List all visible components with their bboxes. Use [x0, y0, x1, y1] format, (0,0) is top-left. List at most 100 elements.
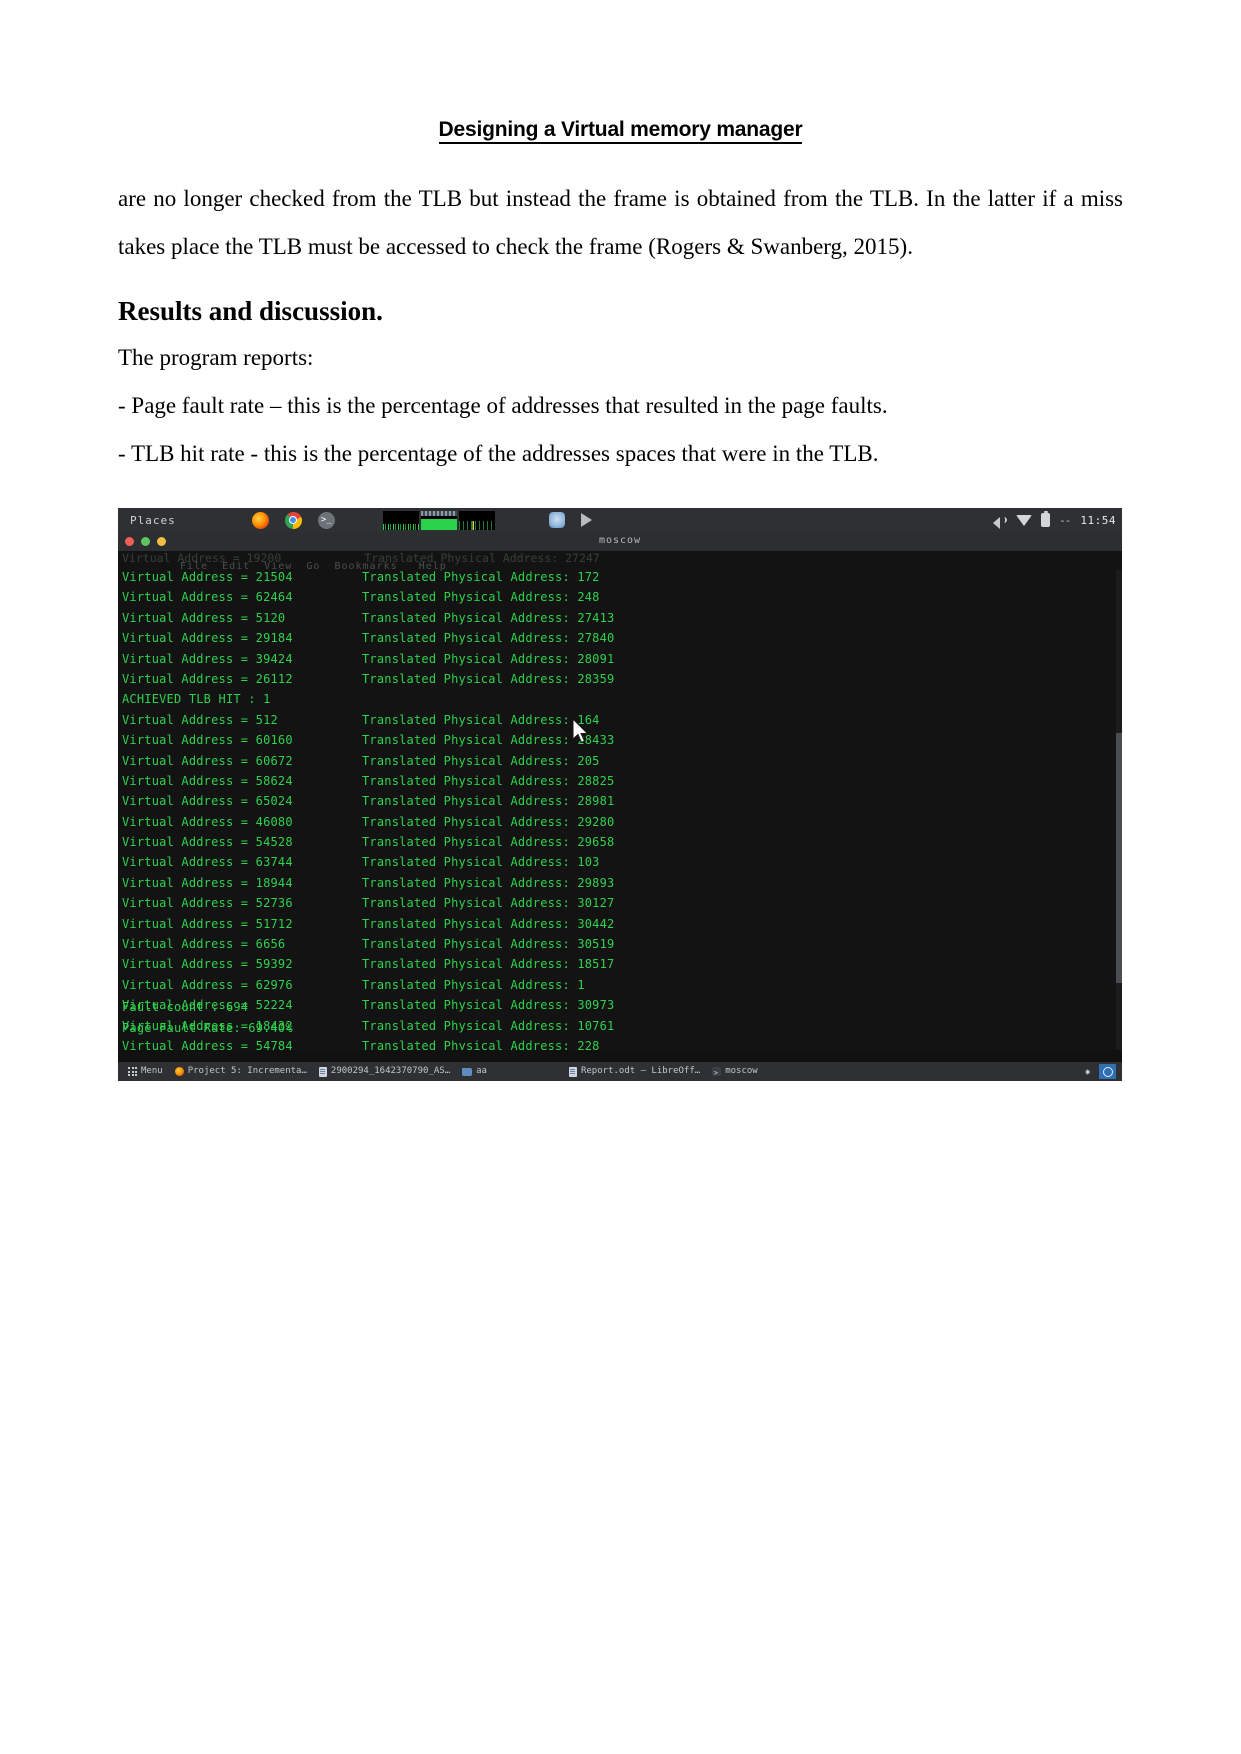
virtual-address-text: Virtual Address = 39424 — [122, 651, 293, 666]
virtual-address-text: Virtual Address = 46080 — [122, 814, 293, 829]
physical-address-text: Translated Physical Address: 27413 — [362, 610, 615, 625]
physical-address-text: Translated Physical Address: 1 — [362, 977, 585, 992]
volume-icon[interactable] — [993, 513, 1008, 529]
embedded-screenshot: Places >_ -- 11:54 moscow Virtual Addres… — [118, 508, 1122, 1081]
terminal-line-list: Virtual Address = 21504 Translated Physic… — [122, 567, 1114, 1050]
firefox-icon[interactable] — [251, 511, 269, 529]
terminal-translation-row: Virtual Address = 51712 Translated Physic… — [122, 914, 1114, 934]
virtual-address-text: Virtual Address = 21504 — [122, 570, 293, 584]
virtual-address-text: Virtual Address = 6656 — [122, 937, 286, 952]
taskbar-item-assignment-doc[interactable]: 2900294_1642370790_AS… — [313, 1064, 456, 1079]
panel-launchers: >_ — [251, 511, 335, 529]
terminal-translation-row: Virtual Address = 5120 Translated Physica… — [122, 608, 1114, 628]
physical-address-text: Translated Physical Address: 28981 — [362, 794, 615, 809]
document-page: Designing a Virtual memory manager are n… — [0, 0, 1241, 1754]
physical-address-text: Translated Physical Address: 28359 — [362, 671, 615, 686]
terminal-translation-row: Virtual Address = 29184 Translated Physic… — [122, 628, 1114, 648]
fault-count-line: Fault count : 694 — [122, 1000, 249, 1015]
terminal-translation-row: Virtual Address = 54784 Translated Physic… — [122, 1036, 1114, 1050]
cpu-monitor[interactable] — [382, 510, 419, 530]
virtual-address-text: Virtual Address = 60160 — [122, 733, 293, 748]
chrome-icon[interactable] — [284, 511, 302, 529]
taskbar-item-project5[interactable]: Project 5: Incrementa… — [169, 1064, 313, 1079]
physical-address-text: Translated Physical Address: 18517 — [362, 957, 615, 972]
taskbar-item-report-odt[interactable]: Report.odt — LibreOff… — [563, 1064, 706, 1079]
terminal-translation-row: Virtual Address = 59392 Translated Physic… — [122, 954, 1114, 974]
virtual-address-text: Virtual Address = 58624 — [122, 773, 293, 788]
physical-address-text: Translated Physical Address: 205 — [362, 753, 600, 768]
wifi-icon[interactable] — [1016, 514, 1033, 526]
virtual-address-text: Virtual Address = 51712 — [122, 916, 293, 931]
virtual-address-text: Virtual Address = 29184 — [122, 631, 293, 646]
taskbar-right-tray: ✷ — [1084, 1064, 1122, 1079]
terminal-translation-row: Virtual Address = 60672 Translated Physic… — [122, 751, 1114, 771]
virtual-address-text: Virtual Address = 62464 — [122, 590, 293, 605]
virtual-address-text: Virtual Address = 65024 — [122, 794, 293, 809]
bullet-tlb-hit-rate: - TLB hit rate - this is the percentage … — [118, 441, 879, 466]
terminal-translation-row: Virtual Address = 62976 Translated Physic… — [122, 975, 1114, 995]
physical-address-text: Translated Physical Address: 30519 — [362, 937, 615, 952]
koala-icon[interactable] — [548, 512, 565, 528]
physical-address-text: Translated Physical Address: 103 — [362, 855, 600, 870]
battery-icon[interactable] — [1041, 510, 1051, 527]
system-tray: -- 11:54 — [993, 508, 1116, 532]
physical-address-text: Translated Physical Address: 164 — [362, 712, 600, 727]
terminal-icon[interactable]: >_ — [317, 511, 335, 529]
terminal-translation-row: Virtual Address = 26112 Translated Physic… — [122, 669, 1114, 689]
intro-line: The program reports: — [118, 345, 314, 370]
terminal-scrollbar[interactable] — [1116, 570, 1122, 1050]
terminal-translation-row: Virtual Address = 21504 Translated Physic… — [122, 567, 1114, 587]
physical-address-text: Translated Physical Address: 30442 — [362, 916, 615, 931]
terminal-translation-row: Virtual Address = 60160 Translated Physic… — [122, 730, 1114, 750]
firefox-icon — [174, 1067, 184, 1076]
terminal-translation-row: Virtual Address = 58624 Translated Physic… — [122, 771, 1114, 791]
document-icon — [318, 1066, 327, 1077]
physical-address-text: Translated Physical Address: 172 — [362, 570, 600, 584]
page-fault-rate-line: Page Fault Rate: 69.40% — [122, 1020, 293, 1035]
physical-address-text: Translated Physical Address: 29280 — [362, 814, 615, 829]
star-icon[interactable]: ✷ — [1084, 1065, 1091, 1078]
virtual-address-text: Virtual Address = 26112 — [122, 671, 293, 686]
terminal-output[interactable]: Virtual Address = 19200 Translated Physi… — [118, 551, 1122, 1050]
taskbar-item-moscow-terminal[interactable]: moscow — [706, 1064, 764, 1081]
page-title-text: Designing a Virtual memory manager — [438, 118, 803, 144]
taskbar-menu-button[interactable]: Menu — [122, 1064, 169, 1079]
play-icon[interactable] — [580, 513, 592, 527]
taskbar-item-label: 2900294_1642370790_AS… — [330, 1066, 451, 1076]
desktop-top-panel: Places >_ -- 11:54 — [118, 508, 1122, 532]
terminal-translation-row: Virtual Address = 18944 Translated Physic… — [122, 873, 1114, 893]
terminal-window-title: moscow — [598, 535, 642, 546]
taskbar-item-label: moscow — [725, 1066, 758, 1076]
virtual-address-text: Virtual Address = 63744 — [122, 855, 293, 870]
clock-label[interactable]: 11:54 — [1080, 514, 1116, 527]
terminal-translation-row: Virtual Address = 46080 Translated Physic… — [122, 812, 1114, 832]
virtual-address-text: Virtual Address = 60672 — [122, 753, 293, 768]
taskbar-menu-label: Menu — [141, 1066, 163, 1076]
physical-address-text: Translated Physical Address: 30973 — [362, 998, 615, 1013]
terminal-summary: Fault count : 694 Page Fault Rate: 69.40… — [122, 997, 293, 1038]
bullet-page-fault-rate: - Page fault rate – this is the percenta… — [118, 393, 888, 418]
virtual-address-text: Virtual Address = 52736 — [122, 896, 293, 911]
document-icon — [568, 1066, 577, 1077]
folder-icon — [462, 1067, 473, 1076]
scrollbar-thumb[interactable] — [1116, 733, 1122, 983]
network-monitor[interactable] — [458, 510, 495, 530]
physical-address-text: Translated Physical Address: 248 — [362, 590, 600, 605]
virtual-address-text: Virtual Address = 18944 — [122, 875, 293, 890]
taskbar-item-aa-folder[interactable]: aa — [456, 1064, 493, 1079]
taskbar-item-label: aa — [476, 1066, 487, 1076]
memory-monitor[interactable] — [420, 510, 457, 530]
clock-icon[interactable] — [1099, 1064, 1116, 1079]
tray-separator: -- — [1059, 513, 1071, 527]
terminal-translation-row: Virtual Address = 39424 Translated Physic… — [122, 649, 1114, 669]
virtual-address-text: Virtual Address = 62976 — [122, 977, 293, 992]
terminal-translation-row: Virtual Address = 62464 Translated Physic… — [122, 587, 1114, 607]
terminal-titlebar[interactable]: moscow — [118, 532, 1122, 551]
body-paragraph: are no longer checked from the TLB but i… — [118, 186, 1123, 259]
physical-address-text: Translated Physical Address: 29658 — [362, 835, 615, 850]
taskbar-item-label: Project 5: Incrementa… — [187, 1066, 307, 1076]
virtual-address-text: Virtual Address = 59392 — [122, 957, 293, 972]
terminal-icon — [712, 1066, 722, 1081]
terminal-window: moscow Virtual Address = 19200 Translate… — [118, 532, 1122, 1050]
places-menu[interactable]: Places — [130, 514, 176, 527]
